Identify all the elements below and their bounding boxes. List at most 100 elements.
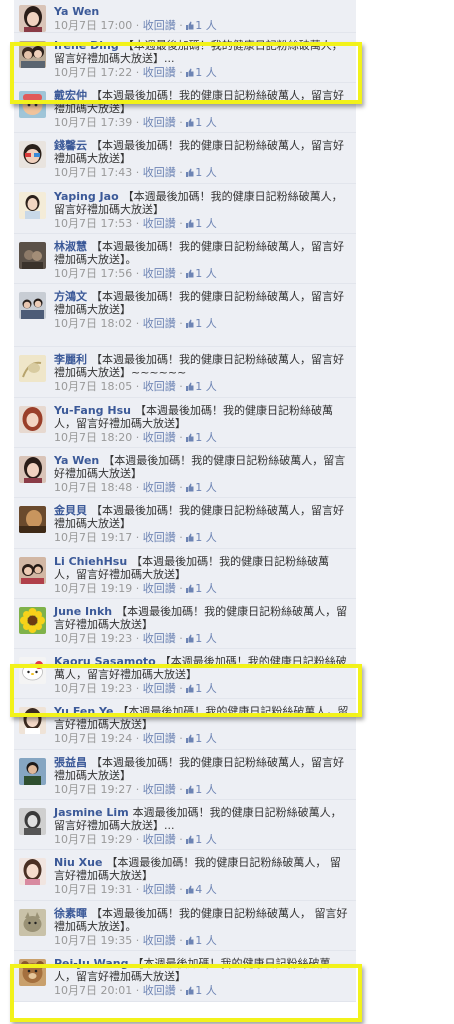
comment-item: 張益昌 【本週最後加碼！我的健康日記粉絲破萬人，留言好禮加碼大放送】 10月7日 1…: [14, 750, 356, 800]
comment-timestamp[interactable]: 10月7日 19:23: [54, 632, 132, 645]
unlike-link[interactable]: 收回讚: [143, 116, 176, 129]
comment-timestamp[interactable]: 10月7日 19:19: [54, 582, 132, 595]
like-count[interactable]: 1 人: [186, 632, 217, 645]
like-count-text: 4 人: [195, 883, 217, 896]
avatar[interactable]: [19, 242, 46, 269]
unlike-link[interactable]: 收回讚: [143, 632, 176, 645]
avatar[interactable]: [19, 355, 46, 382]
comment-author[interactable]: 金貝貝: [54, 504, 87, 517]
comment-author[interactable]: 張益昌: [54, 756, 87, 769]
separator: ·: [175, 380, 187, 393]
comment-timestamp[interactable]: 10月7日 19:29: [54, 833, 132, 846]
separator: ·: [175, 632, 187, 645]
avatar[interactable]: [19, 858, 46, 885]
comment-timestamp[interactable]: 10月7日 19:24: [54, 732, 132, 745]
comment-author[interactable]: 林淑慧: [54, 240, 87, 253]
like-count[interactable]: 1 人: [186, 732, 217, 745]
separator: ·: [132, 166, 143, 179]
unlike-link[interactable]: 收回讚: [143, 380, 176, 393]
comment-text: 【本週最後加碼！我的健康日記粉絲破萬人，留言好禮加碼大放送】: [54, 756, 344, 782]
thumbs-up-icon: [186, 118, 194, 127]
separator: ·: [132, 632, 143, 645]
thumbs-up-icon: [186, 584, 194, 593]
comment-author[interactable]: Jasmine Lim: [54, 806, 129, 819]
like-count[interactable]: 1 人: [186, 267, 217, 280]
like-count[interactable]: 1 人: [186, 317, 217, 330]
highlight-box-irene-ding: [10, 42, 362, 104]
like-count[interactable]: 1 人: [186, 380, 217, 393]
comment-timestamp[interactable]: 10月7日 18:05: [54, 380, 132, 393]
unlike-link[interactable]: 收回讚: [143, 19, 176, 32]
unlike-link[interactable]: 收回讚: [143, 934, 176, 947]
comment-timestamp[interactable]: 10月7日 18:48: [54, 481, 132, 494]
like-count[interactable]: 1 人: [186, 217, 217, 230]
comment-author[interactable]: 錢馨云: [54, 139, 87, 152]
avatar[interactable]: [19, 758, 46, 785]
comment-author[interactable]: Niu Xue: [54, 856, 102, 869]
unlike-link[interactable]: 收回讚: [143, 582, 176, 595]
unlike-link[interactable]: 收回讚: [143, 166, 176, 179]
comment-timestamp[interactable]: 10月7日 19:35: [54, 934, 132, 947]
comment-author[interactable]: June Inkh: [54, 605, 112, 618]
like-count[interactable]: 1 人: [186, 833, 217, 846]
unlike-link[interactable]: 收回讚: [143, 732, 176, 745]
avatar[interactable]: [19, 192, 46, 219]
comment-meta: 10月7日 17:53 · 收回讚 · 1 人: [54, 217, 350, 230]
comment-author[interactable]: Ya Wen: [54, 454, 99, 467]
like-count[interactable]: 1 人: [186, 116, 217, 129]
like-count-text: 1 人: [195, 783, 217, 796]
like-count[interactable]: 1 人: [186, 481, 217, 494]
comment-author[interactable]: 徐素暉: [54, 907, 87, 920]
like-count-text: 1 人: [195, 267, 217, 280]
comment-meta: 10月7日 18:20 · 收回讚 · 1 人: [54, 431, 350, 444]
unlike-link[interactable]: 收回讚: [143, 217, 176, 230]
comment-author[interactable]: Ya Wen: [54, 5, 99, 18]
comment-timestamp[interactable]: 10月7日 19:27: [54, 783, 132, 796]
comment-timestamp[interactable]: 10月7日 17:43: [54, 166, 132, 179]
unlike-link[interactable]: 收回讚: [143, 783, 176, 796]
comment-timestamp[interactable]: 10月7日 17:39: [54, 116, 132, 129]
comment-timestamp[interactable]: 10月7日 17:53: [54, 217, 132, 230]
comment-timestamp[interactable]: 10月7日 19:17: [54, 531, 132, 544]
avatar[interactable]: [19, 506, 46, 533]
comment-meta: 10月7日 19:29 · 收回讚 · 1 人: [54, 833, 350, 846]
comment-meta: 10月7日 19:19 · 收回讚 · 1 人: [54, 582, 350, 595]
comment-item: Yu-Fang Hsu 【本週最後加碼！我的健康日記粉絲破萬人，留言好禮加碼大放送…: [14, 398, 356, 448]
avatar[interactable]: [19, 406, 46, 433]
unlike-link[interactable]: 收回讚: [143, 833, 176, 846]
comment-author[interactable]: Yu-Fang Hsu: [54, 404, 131, 417]
unlike-link[interactable]: 收回讚: [143, 317, 176, 330]
thumbs-up-icon: [186, 835, 194, 844]
like-count[interactable]: 1 人: [186, 19, 217, 32]
avatar[interactable]: [19, 141, 46, 168]
comment-timestamp[interactable]: 10月7日 17:56: [54, 267, 132, 280]
like-count[interactable]: 1 人: [186, 582, 217, 595]
unlike-link[interactable]: 收回讚: [143, 431, 176, 444]
comment-author[interactable]: Li ChiehHsu: [54, 555, 127, 568]
unlike-link[interactable]: 收回讚: [143, 481, 176, 494]
comment-body: 錢馨云 【本週最後加碼！我的健康日記粉絲破萬人，留言好禮加碼大放送】: [54, 139, 350, 165]
avatar[interactable]: [19, 909, 46, 936]
avatar[interactable]: [19, 292, 46, 319]
comment-author[interactable]: 方鴻文: [54, 290, 87, 303]
unlike-link[interactable]: 收回讚: [143, 883, 176, 896]
avatar[interactable]: [19, 607, 46, 634]
avatar[interactable]: [19, 557, 46, 584]
like-count[interactable]: 1 人: [186, 934, 217, 947]
like-count[interactable]: 1 人: [186, 166, 217, 179]
avatar[interactable]: [19, 456, 46, 483]
unlike-link[interactable]: 收回讚: [143, 267, 176, 280]
unlike-link[interactable]: 收回讚: [143, 531, 176, 544]
comment-author[interactable]: Yaping Jao: [54, 190, 119, 203]
comment-author[interactable]: 李麗利: [54, 353, 87, 366]
comment-timestamp[interactable]: 10月7日 18:02: [54, 317, 132, 330]
comment-timestamp[interactable]: 10月7日 17:00: [54, 19, 132, 32]
avatar[interactable]: [19, 5, 46, 32]
like-count[interactable]: 4 人: [186, 883, 217, 896]
avatar[interactable]: [19, 808, 46, 835]
comment-timestamp[interactable]: 10月7日 18:20: [54, 431, 132, 444]
comment-timestamp[interactable]: 10月7日 19:31: [54, 883, 132, 896]
like-count[interactable]: 1 人: [186, 531, 217, 544]
like-count[interactable]: 1 人: [186, 783, 217, 796]
like-count[interactable]: 1 人: [186, 431, 217, 444]
